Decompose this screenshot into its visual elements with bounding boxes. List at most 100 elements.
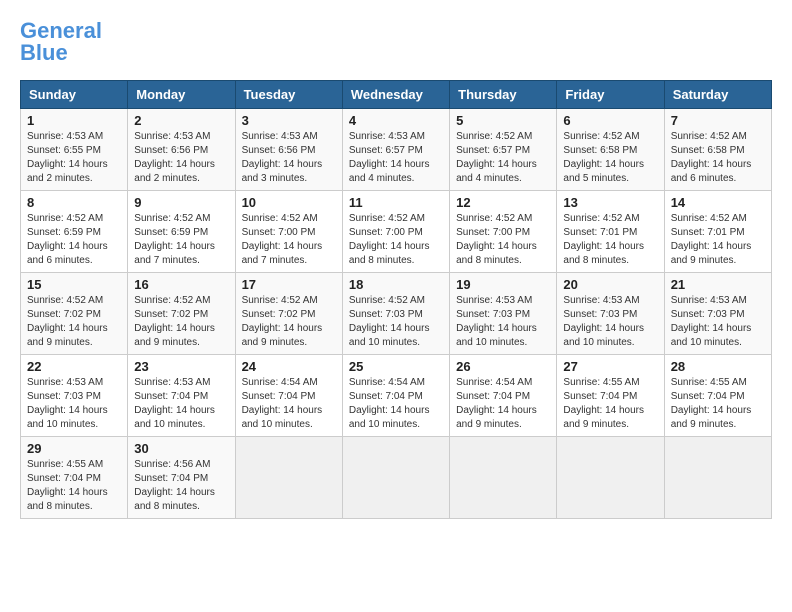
- calendar-cell: 8 Sunrise: 4:52 AMSunset: 6:59 PMDayligh…: [21, 191, 128, 273]
- day-number: 24: [242, 359, 336, 374]
- week-row-1: 1 Sunrise: 4:53 AMSunset: 6:55 PMDayligh…: [21, 109, 772, 191]
- calendar-cell: 24 Sunrise: 4:54 AMSunset: 7:04 PMDaylig…: [235, 355, 342, 437]
- calendar-cell: 5 Sunrise: 4:52 AMSunset: 6:57 PMDayligh…: [450, 109, 557, 191]
- day-info: Sunrise: 4:52 AMSunset: 7:02 PMDaylight:…: [134, 294, 228, 350]
- day-number: 6: [563, 113, 657, 128]
- weekday-header-monday: Monday: [128, 81, 235, 109]
- day-number: 4: [349, 113, 443, 128]
- calendar-cell: 7 Sunrise: 4:52 AMSunset: 6:58 PMDayligh…: [664, 109, 771, 191]
- calendar-cell: [235, 437, 342, 519]
- day-number: 19: [456, 277, 550, 292]
- day-number: 22: [27, 359, 121, 374]
- calendar-cell: 25 Sunrise: 4:54 AMSunset: 7:04 PMDaylig…: [342, 355, 449, 437]
- day-info: Sunrise: 4:53 AMSunset: 7:03 PMDaylight:…: [671, 294, 765, 350]
- day-info: Sunrise: 4:56 AMSunset: 7:04 PMDaylight:…: [134, 458, 228, 514]
- day-number: 29: [27, 441, 121, 456]
- day-info: Sunrise: 4:52 AMSunset: 6:59 PMDaylight:…: [134, 212, 228, 268]
- calendar-cell: 10 Sunrise: 4:52 AMSunset: 7:00 PMDaylig…: [235, 191, 342, 273]
- weekday-header-tuesday: Tuesday: [235, 81, 342, 109]
- day-number: 2: [134, 113, 228, 128]
- calendar-cell: 29 Sunrise: 4:55 AMSunset: 7:04 PMDaylig…: [21, 437, 128, 519]
- day-info: Sunrise: 4:52 AMSunset: 7:01 PMDaylight:…: [563, 212, 657, 268]
- week-row-5: 29 Sunrise: 4:55 AMSunset: 7:04 PMDaylig…: [21, 437, 772, 519]
- day-info: Sunrise: 4:52 AMSunset: 7:00 PMDaylight:…: [349, 212, 443, 268]
- calendar-cell: 9 Sunrise: 4:52 AMSunset: 6:59 PMDayligh…: [128, 191, 235, 273]
- calendar-cell: 23 Sunrise: 4:53 AMSunset: 7:04 PMDaylig…: [128, 355, 235, 437]
- calendar-cell: 27 Sunrise: 4:55 AMSunset: 7:04 PMDaylig…: [557, 355, 664, 437]
- weekday-header-wednesday: Wednesday: [342, 81, 449, 109]
- calendar-cell: 19 Sunrise: 4:53 AMSunset: 7:03 PMDaylig…: [450, 273, 557, 355]
- calendar-cell: 6 Sunrise: 4:52 AMSunset: 6:58 PMDayligh…: [557, 109, 664, 191]
- day-info: Sunrise: 4:53 AMSunset: 6:57 PMDaylight:…: [349, 130, 443, 186]
- weekday-header-saturday: Saturday: [664, 81, 771, 109]
- day-info: Sunrise: 4:52 AMSunset: 7:03 PMDaylight:…: [349, 294, 443, 350]
- day-info: Sunrise: 4:53 AMSunset: 6:56 PMDaylight:…: [242, 130, 336, 186]
- calendar-cell: 3 Sunrise: 4:53 AMSunset: 6:56 PMDayligh…: [235, 109, 342, 191]
- day-number: 28: [671, 359, 765, 374]
- page-header: General Blue: [20, 20, 772, 64]
- day-number: 1: [27, 113, 121, 128]
- day-info: Sunrise: 4:54 AMSunset: 7:04 PMDaylight:…: [456, 376, 550, 432]
- day-number: 15: [27, 277, 121, 292]
- day-number: 23: [134, 359, 228, 374]
- calendar-cell: 1 Sunrise: 4:53 AMSunset: 6:55 PMDayligh…: [21, 109, 128, 191]
- calendar-cell: 2 Sunrise: 4:53 AMSunset: 6:56 PMDayligh…: [128, 109, 235, 191]
- calendar-cell: 21 Sunrise: 4:53 AMSunset: 7:03 PMDaylig…: [664, 273, 771, 355]
- calendar-table: SundayMondayTuesdayWednesdayThursdayFrid…: [20, 80, 772, 519]
- day-number: 27: [563, 359, 657, 374]
- day-info: Sunrise: 4:53 AMSunset: 6:55 PMDaylight:…: [27, 130, 121, 186]
- calendar-cell: 11 Sunrise: 4:52 AMSunset: 7:00 PMDaylig…: [342, 191, 449, 273]
- calendar-cell: 20 Sunrise: 4:53 AMSunset: 7:03 PMDaylig…: [557, 273, 664, 355]
- day-info: Sunrise: 4:52 AMSunset: 7:00 PMDaylight:…: [242, 212, 336, 268]
- day-info: Sunrise: 4:52 AMSunset: 6:58 PMDaylight:…: [563, 130, 657, 186]
- day-number: 5: [456, 113, 550, 128]
- day-info: Sunrise: 4:52 AMSunset: 6:58 PMDaylight:…: [671, 130, 765, 186]
- weekday-header-row: SundayMondayTuesdayWednesdayThursdayFrid…: [21, 81, 772, 109]
- calendar-cell: [342, 437, 449, 519]
- day-info: Sunrise: 4:55 AMSunset: 7:04 PMDaylight:…: [27, 458, 121, 514]
- day-number: 10: [242, 195, 336, 210]
- day-info: Sunrise: 4:53 AMSunset: 7:03 PMDaylight:…: [456, 294, 550, 350]
- week-row-3: 15 Sunrise: 4:52 AMSunset: 7:02 PMDaylig…: [21, 273, 772, 355]
- day-info: Sunrise: 4:54 AMSunset: 7:04 PMDaylight:…: [349, 376, 443, 432]
- logo: General Blue: [20, 20, 102, 64]
- day-number: 17: [242, 277, 336, 292]
- day-number: 20: [563, 277, 657, 292]
- day-number: 12: [456, 195, 550, 210]
- weekday-header-thursday: Thursday: [450, 81, 557, 109]
- weekday-header-friday: Friday: [557, 81, 664, 109]
- calendar-cell: [664, 437, 771, 519]
- day-info: Sunrise: 4:54 AMSunset: 7:04 PMDaylight:…: [242, 376, 336, 432]
- day-number: 18: [349, 277, 443, 292]
- day-info: Sunrise: 4:52 AMSunset: 7:01 PMDaylight:…: [671, 212, 765, 268]
- day-info: Sunrise: 4:52 AMSunset: 6:59 PMDaylight:…: [27, 212, 121, 268]
- day-number: 3: [242, 113, 336, 128]
- day-number: 11: [349, 195, 443, 210]
- calendar-cell: 13 Sunrise: 4:52 AMSunset: 7:01 PMDaylig…: [557, 191, 664, 273]
- logo-text: General Blue: [20, 20, 102, 64]
- day-number: 16: [134, 277, 228, 292]
- calendar-cell: 18 Sunrise: 4:52 AMSunset: 7:03 PMDaylig…: [342, 273, 449, 355]
- day-info: Sunrise: 4:53 AMSunset: 7:03 PMDaylight:…: [563, 294, 657, 350]
- calendar-cell: 30 Sunrise: 4:56 AMSunset: 7:04 PMDaylig…: [128, 437, 235, 519]
- week-row-4: 22 Sunrise: 4:53 AMSunset: 7:03 PMDaylig…: [21, 355, 772, 437]
- logo-blue: Blue: [20, 40, 68, 65]
- day-number: 30: [134, 441, 228, 456]
- day-info: Sunrise: 4:52 AMSunset: 7:00 PMDaylight:…: [456, 212, 550, 268]
- day-number: 21: [671, 277, 765, 292]
- day-info: Sunrise: 4:52 AMSunset: 7:02 PMDaylight:…: [27, 294, 121, 350]
- day-number: 26: [456, 359, 550, 374]
- day-number: 14: [671, 195, 765, 210]
- day-number: 13: [563, 195, 657, 210]
- day-info: Sunrise: 4:53 AMSunset: 6:56 PMDaylight:…: [134, 130, 228, 186]
- day-info: Sunrise: 4:53 AMSunset: 7:03 PMDaylight:…: [27, 376, 121, 432]
- day-number: 7: [671, 113, 765, 128]
- weekday-header-sunday: Sunday: [21, 81, 128, 109]
- calendar-cell: [557, 437, 664, 519]
- calendar-cell: 16 Sunrise: 4:52 AMSunset: 7:02 PMDaylig…: [128, 273, 235, 355]
- day-info: Sunrise: 4:52 AMSunset: 6:57 PMDaylight:…: [456, 130, 550, 186]
- calendar-cell: 15 Sunrise: 4:52 AMSunset: 7:02 PMDaylig…: [21, 273, 128, 355]
- day-info: Sunrise: 4:52 AMSunset: 7:02 PMDaylight:…: [242, 294, 336, 350]
- day-number: 25: [349, 359, 443, 374]
- calendar-cell: [450, 437, 557, 519]
